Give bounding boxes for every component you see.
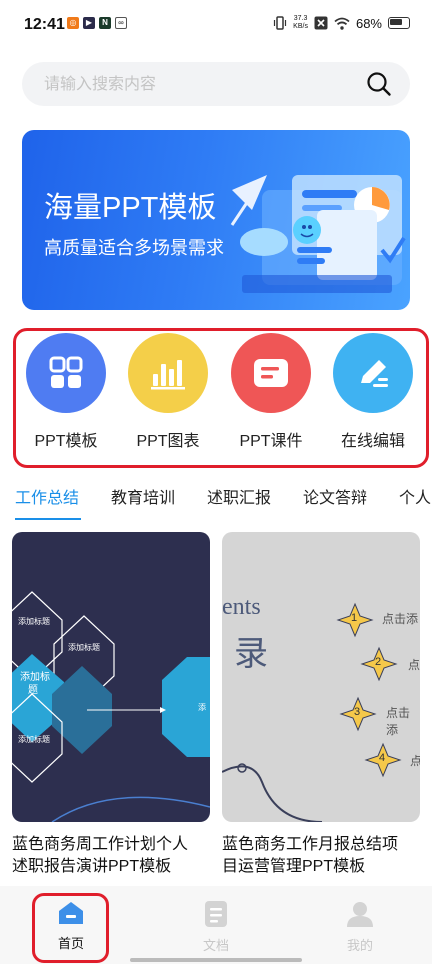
hex-label: 添加标题 (18, 735, 50, 744)
template-title-line: 蓝色商务周工作计划个人 (12, 836, 189, 853)
net-speed: 37.3 KB/s (293, 15, 308, 31)
wifi-icon (334, 17, 350, 30)
tab-personal[interactable]: 个人 (399, 484, 431, 508)
battery-percent: 68% (355, 15, 382, 31)
hex-label: 添 (198, 703, 206, 712)
category-online-edit[interactable]: 在线编辑 (328, 333, 418, 451)
category-ppt-courseware[interactable]: PPT课件 (226, 333, 316, 451)
hex-label: 题 (28, 685, 38, 696)
search-input[interactable] (42, 62, 366, 108)
category-label: PPT模板 (34, 433, 98, 450)
category-tabs: 工作总结 教育培训 述职汇报 论文答辩 个人 (0, 480, 432, 520)
hex-label: 添加标题 (18, 617, 50, 626)
promo-banner[interactable]: 海量PPT模板 高质量适合多场景需求 (22, 130, 410, 310)
star-number: 4 (379, 752, 386, 764)
banner-illustration (230, 175, 406, 293)
tab-work-summary[interactable]: 工作总结 (15, 484, 79, 508)
search-icon[interactable] (366, 71, 392, 97)
profile-icon (347, 902, 373, 927)
home-indicator[interactable] (130, 958, 302, 962)
star-item-text: 点击添 (386, 706, 411, 737)
category-label: PPT图表 (136, 433, 200, 450)
template-thumbnail[interactable]: ents 录 1 2 3 4 点击添 点 点击添 点 (222, 532, 420, 822)
nav-label: 文档 (202, 938, 229, 953)
tab-report[interactable]: 述职汇报 (207, 484, 271, 508)
net-speed-value: 37.3 (293, 15, 308, 22)
grid-icon (26, 333, 106, 413)
net-speed-unit: KB/s (293, 23, 308, 30)
nav-label: 我的 (346, 938, 373, 953)
app-orange-icon: ◎ (67, 17, 79, 29)
vibrate-icon (274, 16, 287, 30)
edit-pen-icon (333, 333, 413, 413)
status-bar: 12:41 ◎ ▶ N ∞ 37.3 KB/s 68% (0, 0, 432, 52)
star-item-text: 点击添 (382, 612, 419, 626)
numbered-stars (222, 602, 402, 822)
courseware-icon (231, 333, 311, 413)
tab-thesis-defense[interactable]: 论文答辩 (303, 484, 367, 508)
category-ppt-template[interactable]: PPT模板 (21, 333, 111, 451)
template-card[interactable]: ents 录 1 2 3 4 点击添 点 点击添 点 蓝色商务工作月报总结项 目… (222, 532, 420, 878)
template-title-line: 目运营管理PPT模板 (222, 858, 366, 875)
template-title-line: 蓝色商务工作月报总结项 (222, 836, 399, 853)
document-icon (205, 901, 227, 927)
nav-documents[interactable]: 文档 (186, 900, 246, 954)
app-link-icon: ∞ (115, 17, 127, 29)
category-label: 在线编辑 (340, 433, 405, 450)
category-row: PPT模板 PPT图表 PPT课件 在线编辑 (13, 328, 429, 468)
app-play-icon: ▶ (83, 17, 95, 29)
search-bar[interactable] (22, 62, 410, 108)
star-number: 3 (354, 706, 361, 718)
tab-active-indicator (15, 518, 81, 520)
template-title-line: 述职报告演讲PPT模板 (12, 858, 172, 875)
category-label: PPT课件 (239, 433, 303, 450)
star-number: 1 (351, 612, 358, 624)
nav-home-highlight (32, 893, 109, 963)
template-thumbnail[interactable]: 添加标题 添加标题 添加标 题 添加标题 添 (12, 532, 210, 822)
status-right: 37.3 KB/s 68% (273, 15, 410, 31)
status-time: 12:41 (24, 16, 65, 33)
star-item-text: 点 (410, 754, 420, 768)
template-title[interactable]: 蓝色商务周工作计划个人 述职报告演讲PPT模板 (12, 834, 210, 878)
hex-label: 添加标题 (68, 643, 100, 652)
app-n-icon: N (99, 17, 111, 29)
banner-subtitle: 高质量适合多场景需求 (44, 238, 224, 258)
template-card[interactable]: 添加标题 添加标题 添加标 题 添加标题 添 蓝色商务周工作计划个人 述职报告演… (12, 532, 210, 878)
tab-education[interactable]: 教育培训 (111, 484, 175, 508)
template-title[interactable]: 蓝色商务工作月报总结项 目运营管理PPT模板 (222, 834, 420, 878)
bar-chart-icon (128, 333, 208, 413)
category-ppt-chart[interactable]: PPT图表 (123, 333, 213, 451)
banner-title: 海量PPT模板 (44, 192, 217, 224)
star-item-text: 点 (408, 658, 420, 672)
star-number: 2 (375, 656, 382, 668)
status-app-icons: ◎ ▶ N ∞ (67, 17, 127, 29)
battery-icon (388, 17, 410, 29)
nav-profile[interactable]: 我的 (330, 900, 390, 954)
signal-x-icon (314, 16, 328, 30)
